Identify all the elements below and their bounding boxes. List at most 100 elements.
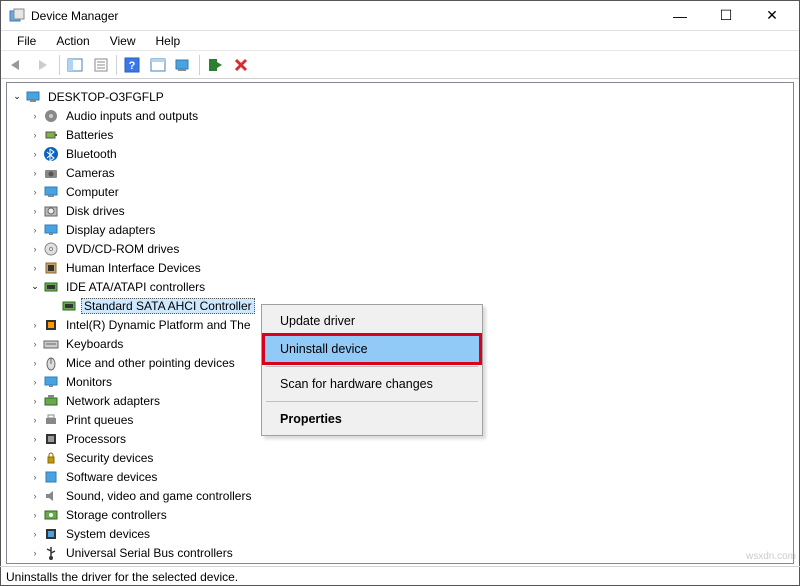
menu-action[interactable]: Action: [46, 32, 99, 50]
tree-category[interactable]: ›Human Interface Devices: [7, 258, 793, 277]
tree-category-label: Monitors: [63, 374, 115, 390]
context-update-driver[interactable]: Update driver: [264, 307, 480, 335]
properties-button[interactable]: [89, 54, 113, 76]
expand-arrow-icon[interactable]: ›: [27, 187, 43, 197]
context-menu: Update driver Uninstall device Scan for …: [261, 304, 483, 436]
expand-arrow-icon[interactable]: ›: [27, 149, 43, 159]
watermark: wsxdn.com: [746, 551, 796, 562]
tree-category[interactable]: › Disk drives: [7, 201, 793, 220]
status-text: Uninstalls the driver for the selected d…: [6, 570, 238, 584]
tree-category[interactable]: › Bluetooth: [7, 144, 793, 163]
expand-arrow-icon[interactable]: ›: [27, 510, 43, 520]
toolbar-separator: [116, 55, 117, 75]
toolbar: ?: [1, 51, 799, 79]
tree-category[interactable]: ›System devices: [7, 524, 793, 543]
ide-icon: [61, 298, 77, 314]
menu-bar: File Action View Help: [1, 31, 799, 51]
expand-arrow-icon[interactable]: ›: [27, 130, 43, 140]
expand-arrow-icon[interactable]: ›: [27, 206, 43, 216]
toolbar-separator: [199, 55, 200, 75]
context-uninstall-device[interactable]: Uninstall device: [264, 335, 480, 363]
expand-arrow-icon[interactable]: ›: [27, 244, 43, 254]
expand-arrow-icon[interactable]: ⌄: [27, 281, 43, 292]
expand-arrow-icon[interactable]: ›: [27, 358, 43, 368]
disk-icon: [43, 203, 59, 219]
tree-category-label: Audio inputs and outputs: [63, 108, 201, 124]
minimize-button[interactable]: —: [657, 1, 703, 31]
tree-category[interactable]: › Storage controllers: [7, 505, 793, 524]
software-icon: [43, 469, 59, 485]
expand-arrow-icon[interactable]: ›: [27, 111, 43, 121]
tree-category-label: Bluetooth: [63, 146, 120, 162]
menu-view[interactable]: View: [100, 32, 146, 50]
menu-file[interactable]: File: [7, 32, 46, 50]
printer-icon: [43, 412, 59, 428]
tree-category-label: Disk drives: [63, 203, 128, 219]
expand-arrow-icon[interactable]: ›: [27, 491, 43, 501]
tree-category-label: Mice and other pointing devices: [63, 355, 238, 371]
svg-text:?: ?: [129, 60, 136, 72]
window-controls: — ☐ ✕: [657, 1, 795, 31]
expand-arrow-icon[interactable]: ›: [27, 453, 43, 463]
toolbar-separator: [59, 55, 60, 75]
close-button[interactable]: ✕: [749, 1, 795, 31]
mouse-icon: [43, 355, 59, 371]
expand-arrow-icon[interactable]: ›: [27, 472, 43, 482]
tree-category-label: IDE ATA/ATAPI controllers: [63, 279, 208, 295]
context-separator: [266, 366, 478, 367]
tree-category[interactable]: › Sound, video and game controllers: [7, 486, 793, 505]
tree-category-label: Keyboards: [63, 336, 126, 352]
tree-category-label: Security devices: [63, 450, 156, 466]
tree-category-label: Display adapters: [63, 222, 158, 238]
expand-arrow-icon[interactable]: ›: [27, 339, 43, 349]
help-button[interactable]: ?: [120, 54, 144, 76]
tree-category-label: Intel(R) Dynamic Platform and The: [63, 317, 254, 333]
tree-category-label: Storage controllers: [63, 507, 170, 523]
expand-arrow-icon[interactable]: ›: [27, 225, 43, 235]
maximize-button[interactable]: ☐: [703, 1, 749, 31]
sound-icon: [43, 488, 59, 504]
tree-category[interactable]: ›Universal Serial Bus controllers: [7, 543, 793, 562]
tree-category[interactable]: › Audio inputs and outputs: [7, 106, 793, 125]
enable-device-button[interactable]: [203, 54, 227, 76]
scan-hardware-button[interactable]: [172, 54, 196, 76]
tree-category[interactable]: ›DVD/CD-ROM drives: [7, 239, 793, 258]
tree-category[interactable]: › Computer: [7, 182, 793, 201]
expand-arrow-icon[interactable]: ›: [27, 529, 43, 539]
expand-arrow-icon[interactable]: ›: [27, 396, 43, 406]
menu-help[interactable]: Help: [146, 32, 191, 50]
cpu-icon: [43, 431, 59, 447]
expand-arrow-icon[interactable]: ›: [27, 434, 43, 444]
show-hide-console-tree-button[interactable]: [63, 54, 87, 76]
tree-category[interactable]: ›Cameras: [7, 163, 793, 182]
expand-arrow-icon[interactable]: ›: [27, 415, 43, 425]
context-properties[interactable]: Properties: [264, 405, 480, 433]
uninstall-device-button[interactable]: [229, 54, 253, 76]
tree-category[interactable]: ⌄ IDE ATA/ATAPI controllers: [7, 277, 793, 296]
expand-arrow-icon[interactable]: ›: [27, 548, 43, 558]
tree-category[interactable]: ›Batteries: [7, 125, 793, 144]
expand-arrow-icon[interactable]: ›: [27, 263, 43, 273]
tree-category-label: Software devices: [63, 469, 160, 485]
tree-category[interactable]: › Security devices: [7, 448, 793, 467]
tree-category-label: Sound, video and game controllers: [63, 488, 254, 504]
system-icon: [43, 526, 59, 542]
context-scan-hardware[interactable]: Scan for hardware changes: [264, 370, 480, 398]
back-button[interactable]: [6, 54, 30, 76]
tree-category-label: Network adapters: [63, 393, 163, 409]
tree-category-label: Computer: [63, 184, 122, 200]
title-bar: Device Manager — ☐ ✕: [1, 1, 799, 31]
expand-arrow-icon[interactable]: ›: [27, 168, 43, 178]
tree-root[interactable]: ⌄ DESKTOP-O3FGFLP: [7, 87, 793, 106]
expand-arrow-icon[interactable]: ›: [27, 320, 43, 330]
expand-arrow-icon[interactable]: ›: [27, 377, 43, 387]
tree-category[interactable]: › Software devices: [7, 467, 793, 486]
forward-button[interactable]: [32, 54, 56, 76]
hid-icon: [43, 260, 59, 276]
refresh-button[interactable]: [146, 54, 170, 76]
expand-arrow-icon[interactable]: ⌄: [9, 91, 25, 102]
usb-icon: [43, 545, 59, 561]
tree-category[interactable]: › Display adapters: [7, 220, 793, 239]
tree-root-label: DESKTOP-O3FGFLP: [45, 89, 167, 105]
status-bar: Uninstalls the driver for the selected d…: [0, 566, 800, 586]
